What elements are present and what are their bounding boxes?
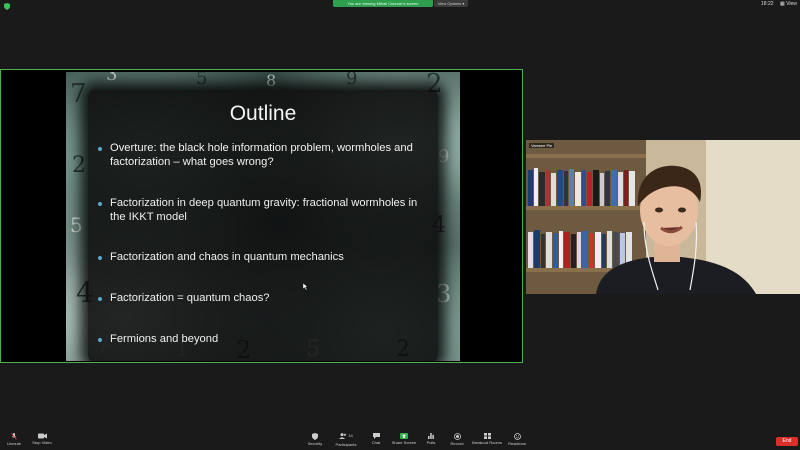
bullet-item: Factorization = quantum chaos? [110, 292, 270, 304]
slide-background-numeral: 5 [196, 72, 207, 89]
security-shield-icon [312, 433, 318, 440]
chat-icon [372, 433, 380, 439]
clock: 18:22 [761, 1, 774, 7]
bullet-item: Factorization and chaos in quantum mecha… [110, 251, 344, 263]
bullet-dot [98, 297, 102, 301]
end-meeting-button[interactable]: End [776, 437, 798, 446]
chat-label: Chat [371, 440, 381, 445]
slide-background-numeral: 9 [438, 146, 449, 167]
reactions-smiley-icon [513, 433, 521, 440]
breakout-rooms-button[interactable]: Breakout Rooms [471, 433, 503, 445]
participant-video-image [526, 140, 800, 294]
slide-title: Outline [229, 102, 297, 125]
bullet-item: Factorization in deep quantum gravity: f… [110, 197, 418, 223]
screen-share-banner: You are viewing Mihail Cubnorr's screen [333, 0, 433, 7]
microphone-muted-icon [11, 433, 17, 440]
unmute-button[interactable]: Unmute [6, 433, 22, 446]
participants-icon [339, 433, 347, 439]
bullet-dot [98, 338, 102, 342]
share-screen-label: Share Screen [391, 440, 417, 445]
reactions-label: Reactions [508, 441, 526, 446]
security-label: Security [307, 441, 323, 446]
record-label: Record [450, 441, 464, 446]
slide-content-panel [88, 90, 438, 361]
participants-count: 14 [348, 433, 353, 438]
slide-background-numeral: 9 [346, 72, 357, 89]
slide-background-numeral: 8 [266, 72, 276, 90]
participants-label: Participants [335, 442, 357, 447]
slide-background-numeral: 3 [106, 72, 117, 85]
bullet-item: Fermions and beyond [110, 333, 219, 345]
bullet-dot [98, 202, 102, 206]
unmute-label: Unmute [6, 441, 21, 446]
view-button-label: View [786, 1, 797, 7]
polls-button[interactable]: Polls [424, 433, 438, 445]
stop-video-button[interactable]: Stop Video [30, 433, 54, 445]
security-button[interactable]: Security [306, 433, 324, 446]
shield-icon[interactable] [4, 3, 10, 10]
record-button[interactable]: Record [448, 433, 466, 446]
record-icon [453, 433, 461, 440]
view-options-button[interactable]: View Options ▾ [434, 0, 468, 7]
bullet-item: Overture: the black hole information pro… [110, 142, 413, 168]
breakout-rooms-icon [483, 433, 491, 439]
chat-button[interactable]: Chat [368, 433, 384, 445]
video-camera-icon [37, 433, 47, 439]
share-screen-button[interactable]: Share Screen [391, 433, 417, 445]
participant-video[interactable] [526, 140, 800, 294]
slide-background-numeral: 5 [70, 213, 83, 237]
bullet-dot [98, 256, 102, 260]
polls-icon [428, 433, 434, 439]
polls-label: Polls [426, 440, 436, 445]
participants-button[interactable]: 14 Participants [333, 433, 359, 447]
slide-background-numeral: 2 [72, 153, 86, 178]
view-options-label: View Options [437, 1, 462, 6]
participants-icon-wrap: 14 [333, 433, 359, 441]
slide-background-numeral: 3 [436, 280, 451, 308]
stop-video-label: Stop Video [32, 440, 52, 445]
bullet-dot [98, 147, 102, 151]
view-button[interactable]: ▦ View [780, 1, 797, 7]
breakout-rooms-label: Breakout Rooms [472, 440, 502, 445]
mouse-cursor-icon [303, 283, 308, 290]
reactions-button[interactable]: Reactions [507, 433, 527, 446]
participant-name-tag: Vamsee Pin [529, 143, 555, 148]
share-screen-icon [400, 433, 408, 439]
